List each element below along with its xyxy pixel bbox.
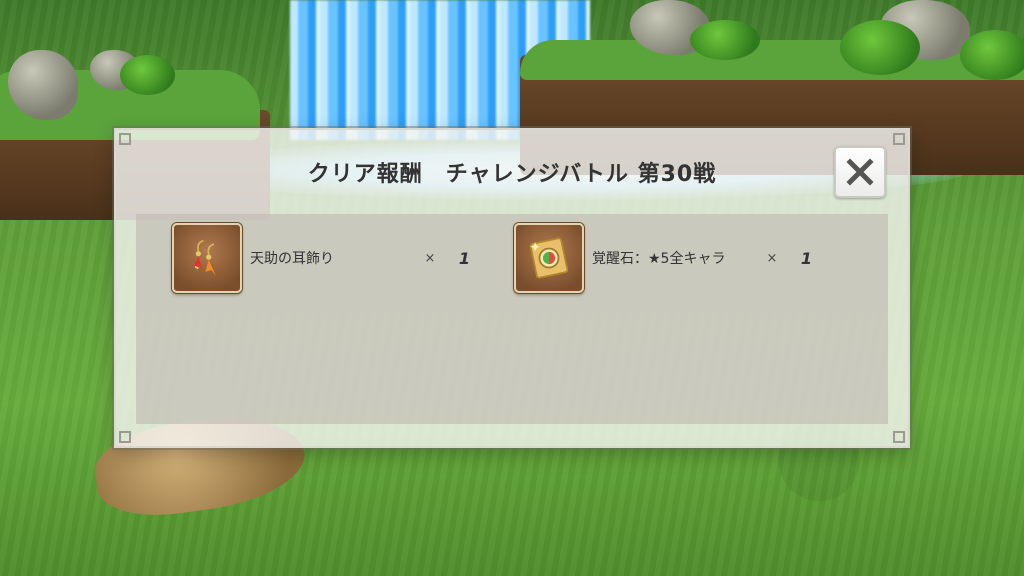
frame-corner xyxy=(893,431,905,443)
close-x-icon xyxy=(846,158,874,186)
frame-corner xyxy=(893,133,905,145)
frame-corner xyxy=(119,431,131,443)
clear-reward-dialog: クリア報酬 チャレンジバトル 第30戦 天助の耳飾り × 1 覚醒石：★5全キャ… xyxy=(114,128,910,448)
bush xyxy=(120,55,175,95)
frame-corner xyxy=(119,133,131,145)
earrings-icon xyxy=(172,223,242,293)
dialog-title: クリア報酬 チャレンジバトル 第30戦 xyxy=(307,162,717,187)
reward-item[interactable]: 覚醒石：★5全キャラ × 1 xyxy=(514,222,812,294)
awakening-stone-icon xyxy=(514,223,584,293)
bush xyxy=(960,30,1024,80)
bush xyxy=(840,20,920,75)
multiply-sign: × xyxy=(424,250,436,266)
reward-list-panel: 天助の耳飾り × 1 覚醒石：★5全キャラ × 1 xyxy=(136,214,888,424)
reward-item[interactable]: 天助の耳飾り × 1 xyxy=(172,222,470,294)
reward-name: 覚醒石：★5全キャラ xyxy=(592,251,726,267)
reward-quantity: 1 xyxy=(800,248,812,268)
reward-quantity: 1 xyxy=(458,248,470,268)
reward-name: 天助の耳飾り xyxy=(250,251,334,267)
close-button[interactable] xyxy=(834,146,886,198)
multiply-sign: × xyxy=(766,250,778,266)
bush xyxy=(690,20,760,60)
